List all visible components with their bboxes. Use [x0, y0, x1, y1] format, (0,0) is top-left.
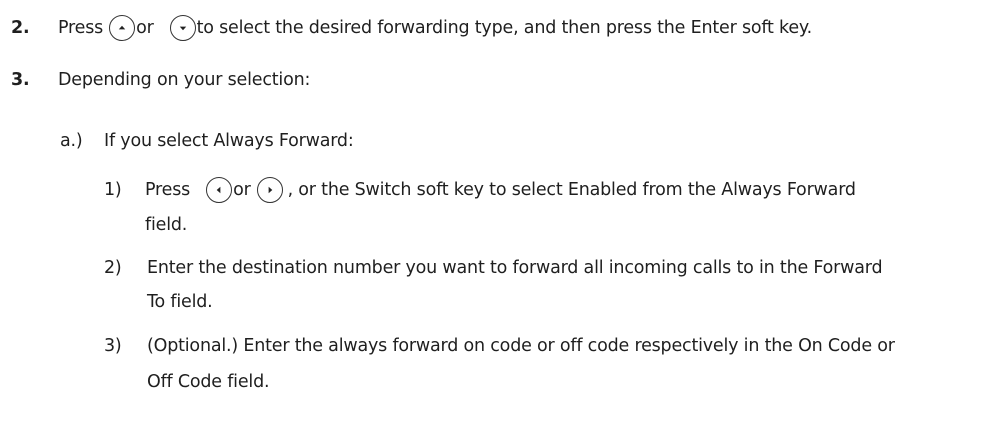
item-1-cont-text: field. — [145, 215, 188, 235]
left-arrow-key-icon — [206, 177, 233, 203]
item-1-line: Press or , or the Switch soft key to sel… — [145, 177, 856, 203]
item-2-continuation: To field. — [147, 290, 213, 314]
step-2-after-text: to select the desired forwarding type, a… — [196, 18, 813, 38]
item-1-number: 1) — [104, 180, 122, 200]
step-2-or-text: or — [136, 18, 154, 38]
step-number-3: 3. — [11, 70, 30, 90]
down-arrow-key-icon — [169, 15, 196, 41]
item-3-line: (Optional.) Enter the always forward on … — [147, 334, 895, 358]
step-3-text: Depending on your selection: — [58, 68, 310, 92]
item-3-number: 3) — [104, 336, 122, 356]
item-1-after-text: , or the Switch soft key to select Enabl… — [287, 180, 856, 200]
item-3-text: (Optional.) Enter the always forward on … — [147, 336, 895, 356]
right-arrow-key-icon — [256, 177, 283, 203]
substep-a-label: a.) — [60, 131, 83, 151]
step-3-label: Depending on your selection: — [58, 70, 311, 90]
step-2-press-text: Press — [58, 18, 104, 38]
item-2-text: Enter the destination number you want to… — [147, 258, 883, 278]
item-2-line: Enter the destination number you want to… — [147, 256, 883, 280]
item-2-number: 2) — [104, 258, 122, 278]
item-3-cont-text: Off Code field. — [147, 372, 270, 392]
item-3-continuation: Off Code field. — [147, 370, 270, 394]
substep-a-heading: If you select Always Forward: — [104, 131, 354, 151]
item-2-cont-text: To field. — [147, 292, 213, 312]
substep-a-text: If you select Always Forward: — [104, 129, 354, 153]
item-1-continuation: field. — [145, 213, 187, 237]
step-2-line: Press or to select the desired forwardin… — [58, 15, 813, 41]
item-1-or-text: or — [233, 180, 251, 200]
step-number-2: 2. — [11, 18, 30, 38]
up-arrow-key-icon — [109, 15, 136, 41]
item-1-press-text: Press — [145, 180, 191, 200]
